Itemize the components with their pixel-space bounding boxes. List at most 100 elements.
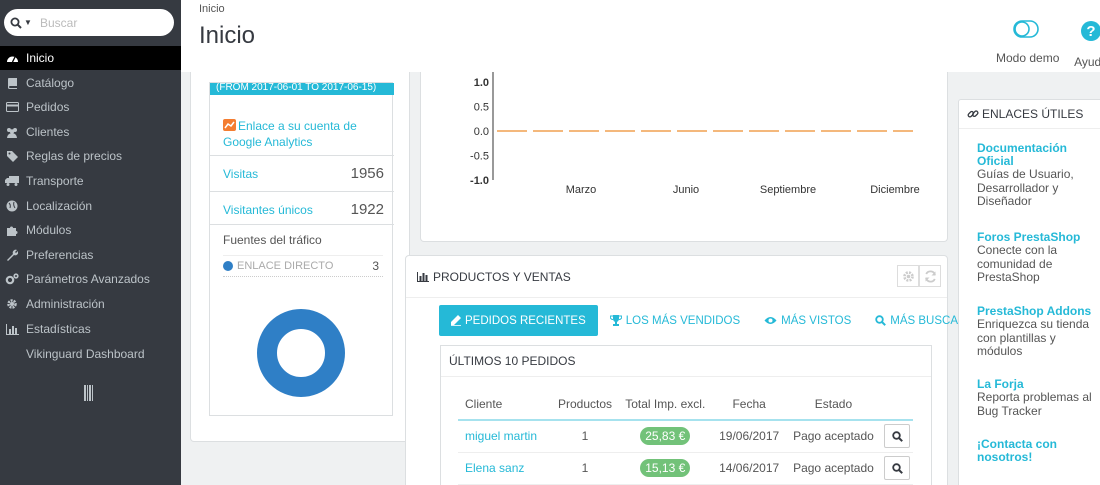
- refresh-icon: [924, 269, 936, 283]
- demo-mode-label: Modo demo: [996, 51, 1060, 65]
- recent-orders-title: Últimos 10 pedidos: [441, 346, 931, 377]
- sidebar-item-label: Clientes: [26, 125, 70, 139]
- analytics-box: (FROM 2017-06-01 TO 2017-06-15) Enlace a…: [209, 82, 394, 416]
- link-description: Guías de Usuario, Desarrollador y Diseña…: [977, 167, 1074, 208]
- google-analytics-icon: [223, 119, 236, 131]
- sidebar-item-reglas-de-precios[interactable]: Reglas de precios: [0, 144, 181, 168]
- traffic-donut-chart: [257, 309, 345, 397]
- sidebar-item-clientes[interactable]: Clientes: [0, 120, 181, 144]
- status-cell: Pago aceptado: [785, 420, 882, 453]
- search-options-button[interactable]: ▼: [4, 17, 40, 29]
- view-order-button[interactable]: [884, 456, 911, 480]
- tab-best-sellers[interactable]: Los más vendidos: [598, 305, 752, 336]
- x-tick-label: Septiembre: [760, 184, 816, 196]
- sidebar-item-label: Localización: [26, 199, 93, 213]
- sales-tabs: Pedidos recientes Los más vendidos Más v…: [439, 305, 995, 336]
- sidebar-item-administracion[interactable]: Administración: [0, 292, 181, 316]
- orders-table: Cliente Productos Total Imp. excl. Fecha…: [458, 388, 913, 485]
- unique-visitors-label[interactable]: Visitantes únicos: [223, 203, 313, 217]
- line-chart: 1.0 0.5 0.0 -0.5 -1.0 Marzo Junio Septiembre Dic…: [470, 72, 920, 196]
- y-tick-label: 0.0: [474, 126, 489, 138]
- help-button[interactable]: ? Ayuda: [1071, 20, 1100, 69]
- sidebar-item-inicio[interactable]: Inicio: [0, 46, 181, 70]
- tab-label: Más vistos: [781, 314, 852, 327]
- y-tick-label: 1.0: [474, 77, 489, 89]
- tag-icon: [5, 149, 19, 163]
- traffic-source-count: 3: [372, 259, 379, 273]
- recent-orders-box: Últimos 10 pedidos Cliente Productos Tot…: [440, 345, 932, 485]
- sidebar-item-preferencias[interactable]: Preferencias: [0, 243, 181, 267]
- configure-button[interactable]: [897, 265, 919, 287]
- sidebar-item-estadisticas[interactable]: Estadísticas: [0, 317, 181, 341]
- unique-visitors-value: 1922: [350, 201, 384, 218]
- tab-most-viewed[interactable]: Más vistos: [752, 305, 863, 336]
- demo-mode-button[interactable]: Modo demo: [996, 20, 1060, 65]
- page-title: Inicio: [199, 22, 256, 49]
- date-range-banner: (FROM 2017-06-01 TO 2017-06-15): [210, 83, 394, 95]
- sidebar-item-label: Vikinguard Dashboard: [26, 347, 145, 361]
- sidebar-item-label: Inicio: [26, 51, 55, 65]
- x-tick-label: Marzo: [566, 184, 597, 196]
- page-header: Inicio Inicio Modo demo ? Ayuda: [181, 0, 1100, 72]
- useful-links-title: Enlaces útiles: [982, 107, 1084, 121]
- sidebar-item-parametros-avanzados[interactable]: Parámetros Avanzados: [0, 267, 181, 291]
- link-title: ¡Contacta con nosotros!: [977, 437, 1058, 464]
- visits-row: Visitas 1956: [210, 155, 394, 191]
- y-tick-label: -1.0: [470, 175, 489, 187]
- link-forums[interactable]: Foros PrestaShop Conecte con la comunida…: [977, 231, 1100, 285]
- products-sales-panel: Productos y ventas Pedidos recientes Los…: [405, 255, 983, 485]
- tab-recent-orders[interactable]: Pedidos recientes: [439, 305, 598, 336]
- column-header: Productos: [552, 388, 618, 421]
- sidebar-item-label: Parámetros Avanzados: [26, 272, 150, 286]
- status-cell: Pago aceptado: [785, 452, 882, 485]
- pencil-icon: [451, 315, 461, 326]
- refresh-button[interactable]: [919, 265, 941, 287]
- search-icon: [892, 462, 903, 474]
- sidebar: ▼ Inicio Catálogo Pedidos Clientes Regla…: [0, 0, 181, 485]
- visits-label[interactable]: Visitas: [223, 167, 258, 181]
- sidebar-item-modulos[interactable]: Módulos: [0, 218, 181, 242]
- y-tick-label: -0.5: [470, 151, 489, 163]
- x-tick-label: Diciembre: [870, 184, 920, 196]
- link-official-docs[interactable]: Documentación Oficial Guías de Usuario, …: [977, 142, 1100, 209]
- x-tick-label: Junio: [673, 184, 699, 196]
- useful-links-header: Enlaces útiles: [959, 100, 1100, 129]
- dashboard-icon: [5, 51, 19, 65]
- sidebar-item-pedidos[interactable]: Pedidos: [0, 95, 181, 119]
- sidebar-item-localizacion[interactable]: Localización: [0, 194, 181, 218]
- client-link[interactable]: Elena sanz: [458, 452, 553, 485]
- caret-down-icon: ▼: [24, 18, 32, 27]
- sidebar-item-catalogo[interactable]: Catálogo: [0, 71, 181, 95]
- link-forge[interactable]: La Forja Reporta problemas al Bug Tracke…: [977, 378, 1100, 418]
- search-input[interactable]: [40, 15, 160, 30]
- analytics-account-link[interactable]: Enlace a su cuenta de Google Analytics: [223, 118, 383, 150]
- column-header-actions: [881, 388, 913, 421]
- y-tick-label: 0.5: [474, 102, 489, 114]
- unique-visitors-row: Visitantes únicos 1922: [210, 191, 394, 227]
- sidebar-item-label: Pedidos: [26, 100, 70, 114]
- search-icon: [10, 17, 22, 29]
- view-order-button[interactable]: [884, 424, 911, 449]
- book-icon: [5, 76, 19, 90]
- client-link[interactable]: miguel martin: [458, 420, 553, 453]
- useful-links-panel: Enlaces útiles Documentación Oficial Guí…: [958, 99, 1100, 485]
- legend-dot: [223, 261, 233, 271]
- sidebar-item-label: Reglas de precios: [26, 149, 123, 163]
- wrench-icon: [5, 248, 19, 262]
- barcode-icon[interactable]: [84, 385, 94, 401]
- sidebar-item-label: Estadísticas: [26, 322, 91, 336]
- actions-cell: [881, 420, 913, 453]
- search-box: ▼: [4, 9, 174, 36]
- products-sales-title: Productos y ventas: [433, 269, 571, 284]
- link-addons[interactable]: PrestaShop Addons Enriquezca su tienda c…: [977, 305, 1100, 359]
- total-cell: 15,13 €: [617, 452, 714, 485]
- help-icon: ?: [1081, 21, 1100, 41]
- total-cell: 25,83 €: [617, 420, 714, 453]
- divider: [210, 224, 394, 225]
- sidebar-item-transporte[interactable]: Transporte: [0, 169, 181, 193]
- total-badge: 25,83 €: [640, 427, 691, 446]
- help-label: Ayuda: [1074, 55, 1100, 69]
- breadcrumb[interactable]: Inicio: [199, 3, 225, 15]
- link-contact[interactable]: ¡Contacta con nosotros!: [977, 438, 1100, 464]
- sidebar-item-vikinguard-dashboard[interactable]: Vikinguard Dashboard: [0, 342, 181, 366]
